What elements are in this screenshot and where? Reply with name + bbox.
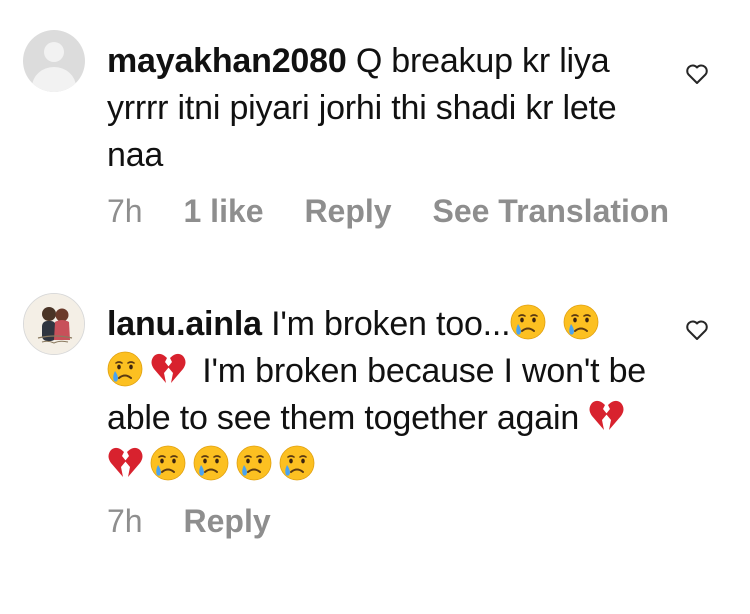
- avatar-body-shape: [32, 67, 76, 92]
- comment-body: mayakhan2080 Q breakup kr liya yrrrr itn…: [107, 38, 669, 230]
- comment-message-part-1: I'm broken too...: [271, 305, 511, 343]
- crying-face-icon: [279, 445, 315, 481]
- reply-button[interactable]: Reply: [304, 193, 391, 229]
- crying-face-icon: [563, 304, 599, 340]
- broken-heart-icon: [107, 445, 143, 481]
- like-heart-icon[interactable]: [684, 317, 710, 343]
- comment-username[interactable]: mayakhan2080: [107, 42, 347, 80]
- comments-list: mayakhan2080 Q breakup kr liya yrrrr itn…: [0, 0, 750, 614]
- comment-time: 7h: [107, 193, 143, 229]
- comment-time: 7h: [107, 503, 143, 539]
- comment-text: lanu.ainla I'm broken too... I'm broken …: [107, 301, 647, 489]
- broken-heart-icon: [150, 351, 186, 387]
- comment-username[interactable]: lanu.ainla: [107, 305, 262, 343]
- comment-meta: 7h Reply: [107, 503, 647, 540]
- comment-text: mayakhan2080 Q breakup kr liya yrrrr itn…: [107, 38, 647, 179]
- avatar-photo-image: [24, 294, 84, 354]
- avatar[interactable]: [23, 30, 85, 92]
- crying-face-icon: [150, 445, 186, 481]
- like-heart-icon[interactable]: [684, 61, 710, 87]
- see-translation-button[interactable]: See Translation: [432, 193, 669, 229]
- crying-face-icon: [510, 304, 546, 340]
- crying-face-icon: [193, 445, 229, 481]
- avatar-head-shape: [44, 42, 64, 62]
- broken-heart-icon: [588, 398, 624, 434]
- crying-face-icon: [236, 445, 272, 481]
- comment-message-part-2: I'm broken because I won't be able to se…: [107, 352, 647, 437]
- avatar[interactable]: [23, 293, 85, 355]
- comment-body: lanu.ainla I'm broken too... I'm broken …: [107, 301, 647, 540]
- like-count[interactable]: 1 like: [183, 193, 263, 229]
- crying-face-icon: [107, 351, 143, 387]
- comment-meta: 7h 1 like Reply See Translation: [107, 193, 669, 230]
- reply-button[interactable]: Reply: [183, 503, 270, 539]
